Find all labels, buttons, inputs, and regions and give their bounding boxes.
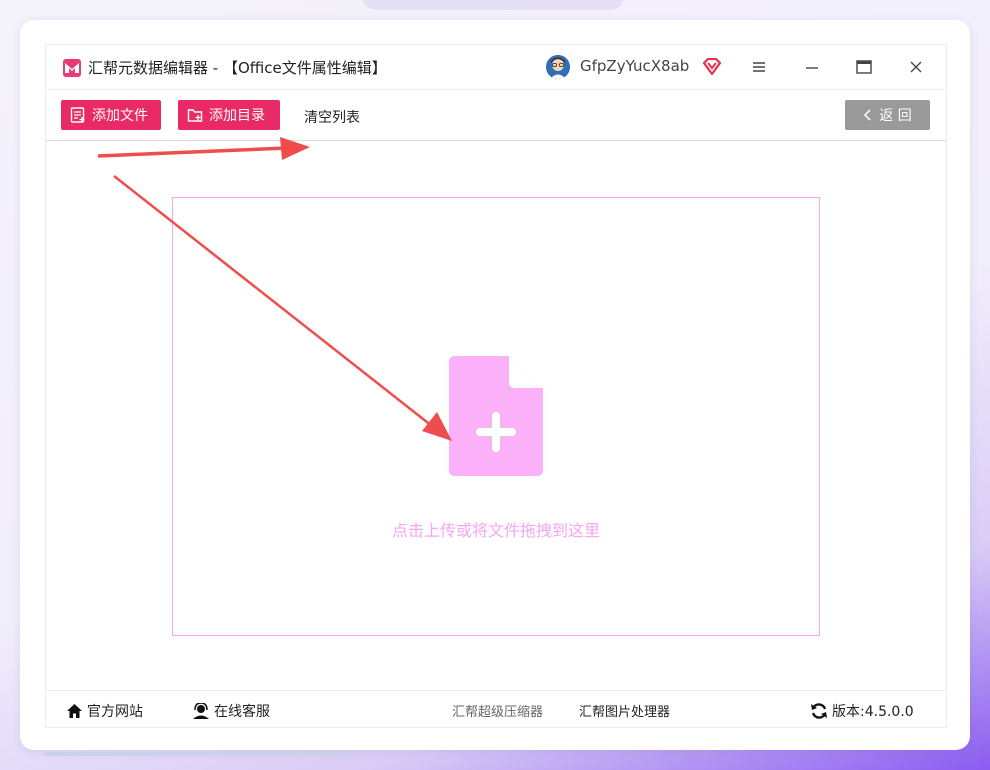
back-button[interactable]: 返 回 [845,100,930,130]
home-icon [66,703,83,719]
horizontal-scroll-indicator[interactable] [44,752,346,756]
toolbar: 添加文件 添加目录 清空列表 返 回 [46,90,946,141]
add-file-icon [70,107,86,123]
minimize-icon[interactable] [799,55,825,79]
menu-icon[interactable] [746,55,772,79]
version-label: 版本:4.5.0.0 [832,704,914,720]
dropzone-hint: 点击上传或将文件拖拽到这里 [391,521,600,540]
add-folder-icon [187,107,203,123]
refresh-icon [810,703,828,719]
online-support-label: 在线客服 [214,704,270,720]
add-folder-label: 添加目录 [209,108,265,124]
version-info[interactable]: 版本:4.5.0.0 [810,701,914,721]
app-window: 汇帮元数据编辑器 - 【Office文件属性编辑】 GfpZyYucX8ab 添… [45,44,947,728]
clear-list-button[interactable]: 清空列表 [304,107,360,127]
user-avatar-icon[interactable] [546,55,570,79]
maximize-icon[interactable] [851,55,877,79]
file-dropzone[interactable]: 点击上传或将文件拖拽到这里 [172,197,820,636]
official-website-label: 官方网站 [87,704,143,720]
title-bar: 汇帮元数据编辑器 - 【Office文件属性编辑】 GfpZyYucX8ab [46,45,946,90]
support-agent-icon [192,703,210,719]
add-folder-button[interactable]: 添加目录 [178,100,280,130]
status-bar: 官方网站 在线客服 汇帮超级压缩器 汇帮图片处理器 版本:4.5.0.0 [46,690,946,728]
window-title: 汇帮元数据编辑器 - 【Office文件属性编辑】 [88,59,387,77]
app-logo-icon [63,59,81,77]
vip-diamond-icon[interactable] [702,57,722,80]
add-file-button[interactable]: 添加文件 [61,100,161,130]
file-add-icon[interactable] [449,356,543,480]
official-website-link[interactable]: 官方网站 [66,701,143,721]
add-file-label: 添加文件 [92,108,148,124]
top-edge-tab [362,0,624,10]
close-icon[interactable] [903,55,929,79]
online-support-link[interactable]: 在线客服 [192,701,270,721]
back-label: 返 回 [879,108,912,124]
username[interactable]: GfpZyYucX8ab [580,57,689,75]
chevron-left-icon [863,109,871,121]
compressor-link[interactable]: 汇帮超级压缩器 [452,701,543,720]
image-processor-link[interactable]: 汇帮图片处理器 [579,701,670,720]
